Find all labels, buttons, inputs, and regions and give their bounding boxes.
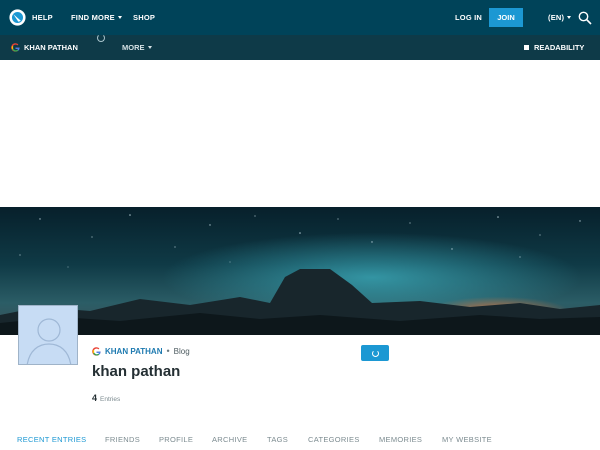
livejournal-logo-icon[interactable] [9, 9, 26, 26]
loading-spinner-icon [97, 34, 105, 42]
entries-label: Entries [100, 396, 121, 403]
chevron-down-icon [147, 46, 152, 49]
tab-friends[interactable]: FRIENDS [105, 430, 140, 450]
join-button[interactable]: JOIN [489, 8, 523, 27]
journal-bar: KHAN PATHAN MORE READABILITY [0, 35, 600, 60]
profile-username-link[interactable]: KHAN PATHAN [105, 347, 162, 356]
separator-dot: • [166, 346, 170, 356]
tab-memories[interactable]: MEMORIES [379, 430, 422, 450]
journal-title: khan pathan [92, 363, 181, 380]
header-banner-image [0, 207, 600, 335]
avatar[interactable] [18, 305, 78, 365]
more-label: MORE [122, 43, 145, 52]
journal-info-line: KHAN PATHAN • Blog [92, 346, 190, 356]
tab-categories[interactable]: CATEGORIES [308, 430, 360, 450]
refresh-icon [371, 349, 379, 357]
default-userpic-icon [19, 306, 77, 364]
readability-toggle[interactable]: READABILITY [524, 35, 584, 60]
language-label: (EN) [548, 13, 565, 22]
login-link[interactable]: LOG IN [455, 0, 482, 35]
entries-number: 4 [92, 393, 98, 403]
chevron-down-icon [117, 16, 122, 19]
journal-tabs: RECENT ENTRIES FRIENDS PROFILE ARCHIVE T… [0, 430, 600, 450]
tab-tags[interactable]: TAGS [267, 430, 288, 450]
shop-link[interactable]: SHOP [133, 0, 155, 35]
chevron-down-icon [567, 16, 572, 19]
help-link[interactable]: HELP [32, 0, 53, 35]
journal-type-label: Blog [173, 346, 190, 356]
google-g-icon [11, 43, 20, 52]
find-more-menu[interactable]: FIND MORE [71, 0, 122, 35]
readability-label: READABILITY [534, 43, 585, 52]
tab-my-website[interactable]: MY WEBSITE [442, 430, 492, 450]
entries-count: 4 Entries [92, 393, 120, 403]
tab-archive[interactable]: ARCHIVE [212, 430, 247, 450]
readability-checkbox-icon [524, 45, 529, 50]
search-icon[interactable] [578, 11, 592, 25]
find-more-label: FIND MORE [71, 13, 115, 22]
journal-owner-name: KHAN PATHAN [24, 43, 78, 52]
refresh-button[interactable] [361, 345, 389, 361]
top-navigation-bar: HELP FIND MORE SHOP LOG IN JOIN (EN) [0, 0, 600, 35]
tab-profile[interactable]: PROFILE [159, 430, 193, 450]
more-menu[interactable]: MORE [122, 35, 152, 60]
language-selector[interactable]: (EN) [548, 0, 572, 35]
journal-owner-link[interactable]: KHAN PATHAN [11, 35, 78, 60]
tab-recent-entries[interactable]: RECENT ENTRIES [17, 430, 87, 450]
google-g-icon [92, 346, 101, 356]
